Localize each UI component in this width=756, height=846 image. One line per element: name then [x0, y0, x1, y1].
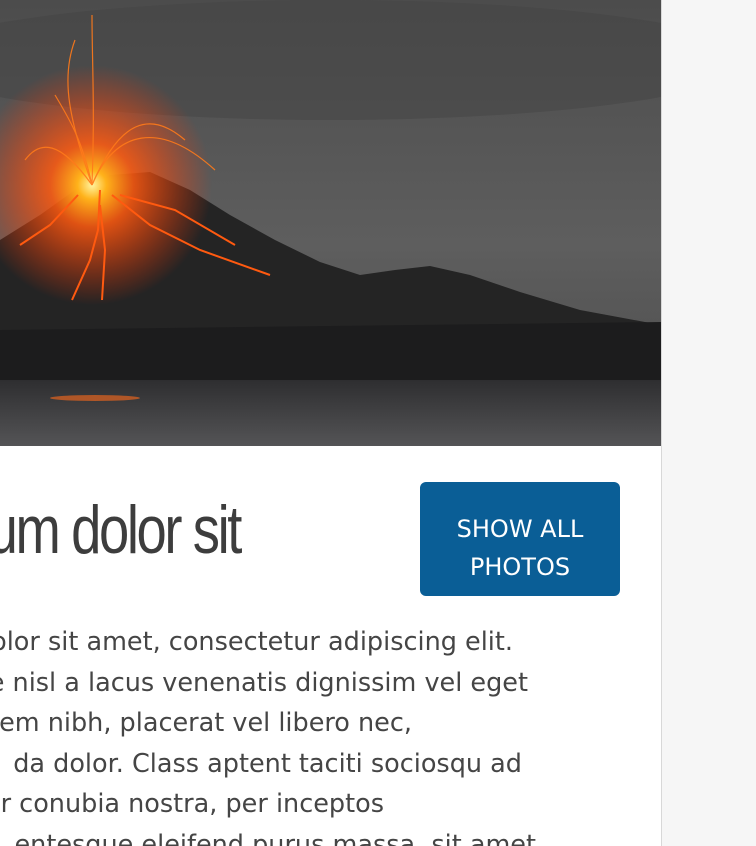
article-title: um dolor sit [0, 492, 242, 568]
paragraph-line: lorem nibh, placerat vel libero nec, [0, 708, 412, 738]
paragraph-line: per conubia nostra, per inceptos [0, 789, 384, 819]
paragraph-line: entesque eleifend purus massa, sit amet [14, 829, 536, 846]
photo-card: um dolor sit SHOW ALL PHOTOS olor sit am… [0, 0, 662, 846]
paragraph-line: olor sit amet, consectetur adipiscing el… [0, 627, 513, 657]
paragraph-line: e nisl a lacus venenatis dignissim vel e… [0, 667, 528, 698]
button-label-line2: PHOTOS [469, 553, 571, 581]
button-label-line1: SHOW ALL [456, 515, 584, 543]
show-all-photos-button[interactable]: SHOW ALL PHOTOS [420, 482, 620, 596]
article-paragraph: olor sit amet, consectetur adipiscing el… [0, 622, 580, 846]
volcano-illustration [0, 0, 661, 446]
paragraph-line: da dolor. Class aptent taciti sociosqu a… [13, 748, 522, 779]
hero-image[interactable] [0, 0, 661, 446]
